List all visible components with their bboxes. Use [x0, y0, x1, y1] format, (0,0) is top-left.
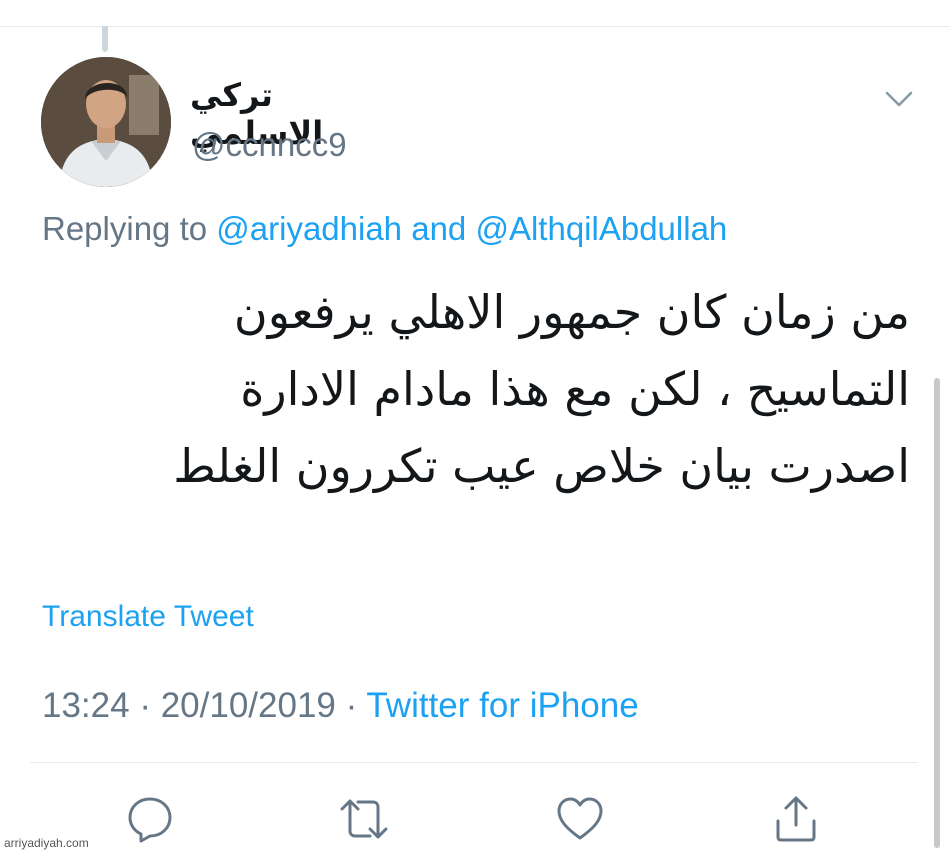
- translate-tweet-link[interactable]: Translate Tweet: [42, 600, 254, 634]
- actions-divider: [30, 762, 918, 763]
- user-handle[interactable]: @ccnncc9: [192, 126, 347, 164]
- mention-link[interactable]: @ariyadhiah: [216, 210, 402, 247]
- thread-connector-line: [102, 26, 108, 52]
- tweet-text-line: اصدرت بيان خلاص عيب تكررون الغلط: [173, 439, 910, 493]
- replying-to-label: Replying to: [42, 210, 217, 247]
- avatar-photo: [41, 57, 171, 187]
- retweet-icon[interactable]: [338, 793, 390, 845]
- share-icon[interactable]: [770, 793, 822, 845]
- watermark: arriyadiyah.com: [4, 836, 89, 850]
- top-divider: [0, 26, 950, 27]
- tweet-source-link[interactable]: Twitter for iPhone: [366, 686, 638, 725]
- scrollbar[interactable]: [934, 378, 940, 848]
- mention-conjunction[interactable]: and: [402, 210, 475, 247]
- replying-to: Replying to @ariyadhiah and @AlthqilAbdu…: [42, 210, 727, 248]
- chevron-down-icon[interactable]: [880, 84, 918, 114]
- mention-link[interactable]: @AlthqilAbdullah: [475, 210, 727, 247]
- reply-icon[interactable]: [124, 793, 176, 845]
- tweet-time: 13:24: [42, 686, 130, 725]
- meta-separator: ·: [129, 686, 161, 725]
- meta-separator: ·: [335, 686, 367, 725]
- tweet-text-line: من زمان كان جمهور الاهلي يرفعون: [233, 285, 910, 339]
- tweet-meta: 13:24 · 20/10/2019 · Twitter for iPhone: [42, 686, 639, 726]
- tweet-text-line: التماسيح ، لكن مع هذا مادام الادارة: [240, 362, 910, 416]
- like-icon[interactable]: [554, 793, 606, 845]
- avatar[interactable]: [41, 57, 171, 187]
- tweet-date: 20/10/2019: [160, 686, 336, 725]
- tweet-text: من زمان كان جمهور الاهلي يرفعون التماسيح…: [120, 274, 910, 505]
